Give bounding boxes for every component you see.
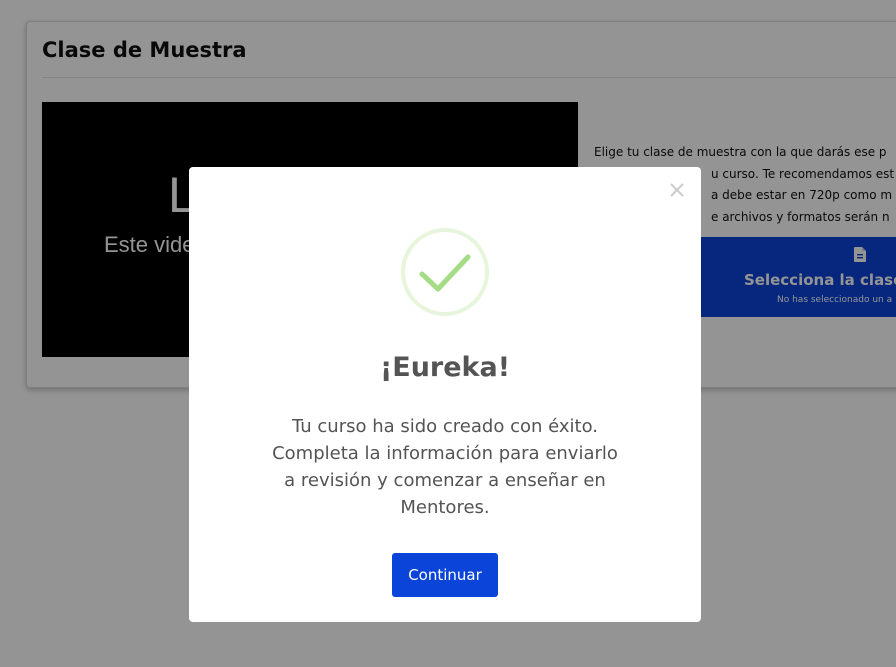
dialog-message-line: Tu curso ha sido creado con éxito.	[292, 416, 598, 437]
dialog-message: Tu curso ha sido creado con éxito. Compl…	[255, 413, 635, 521]
dialog-message-line: Mentores.	[400, 497, 490, 518]
dialog-message-line: a revisión y comenzar a enseñar en	[284, 470, 606, 491]
page: Clase de Muestra L Este vide Elige tu cl…	[0, 0, 896, 667]
check-circle-icon	[401, 228, 489, 316]
continue-button[interactable]: Continuar	[392, 553, 498, 597]
dialog-message-line: Completa la información para enviarlo	[272, 443, 618, 464]
close-icon[interactable]	[667, 180, 687, 200]
success-dialog: ¡Eureka! Tu curso ha sido creado con éxi…	[189, 167, 701, 622]
dialog-title: ¡Eureka!	[379, 352, 511, 383]
